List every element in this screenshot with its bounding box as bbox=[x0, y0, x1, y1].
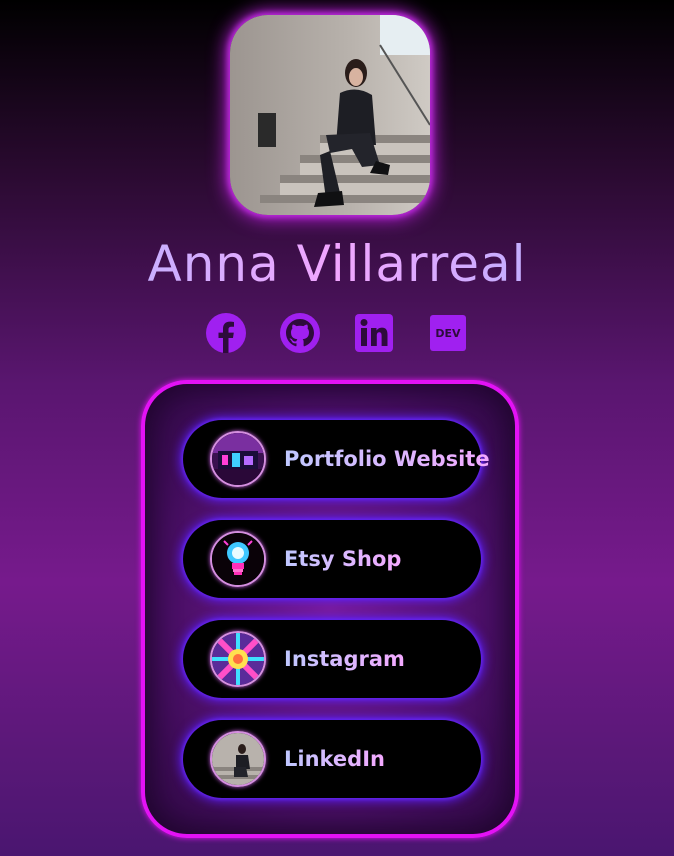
social-links: DEV bbox=[0, 312, 674, 354]
github-icon[interactable] bbox=[279, 312, 321, 354]
instagram-thumbnail bbox=[210, 631, 266, 687]
links-panel: Portfolio Website Etsy Shop Instagram Li… bbox=[141, 380, 519, 838]
portfolio-website-label: Portfolio Website bbox=[284, 447, 490, 471]
linkedin-thumbnail bbox=[210, 731, 266, 787]
profile-avatar bbox=[230, 15, 430, 215]
facebook-icon[interactable] bbox=[205, 312, 247, 354]
instagram-label: Instagram bbox=[284, 647, 405, 671]
linkedin-icon[interactable] bbox=[353, 312, 395, 354]
portfolio-thumbnail bbox=[210, 431, 266, 487]
instagram-link[interactable]: Instagram bbox=[183, 620, 481, 698]
portfolio-website-link[interactable]: Portfolio Website bbox=[183, 420, 490, 498]
linkedin-label: LinkedIn bbox=[284, 747, 385, 771]
dev-icon[interactable]: DEV bbox=[427, 312, 469, 354]
lightbulb-thumbnail bbox=[210, 531, 266, 587]
profile-photo bbox=[230, 15, 430, 215]
dev-icon-text: DEV bbox=[435, 327, 461, 340]
linkedin-link[interactable]: LinkedIn bbox=[183, 720, 481, 798]
etsy-shop-link[interactable]: Etsy Shop bbox=[183, 520, 481, 598]
profile-name: Anna Villarreal bbox=[0, 234, 674, 294]
etsy-shop-label: Etsy Shop bbox=[284, 547, 402, 571]
